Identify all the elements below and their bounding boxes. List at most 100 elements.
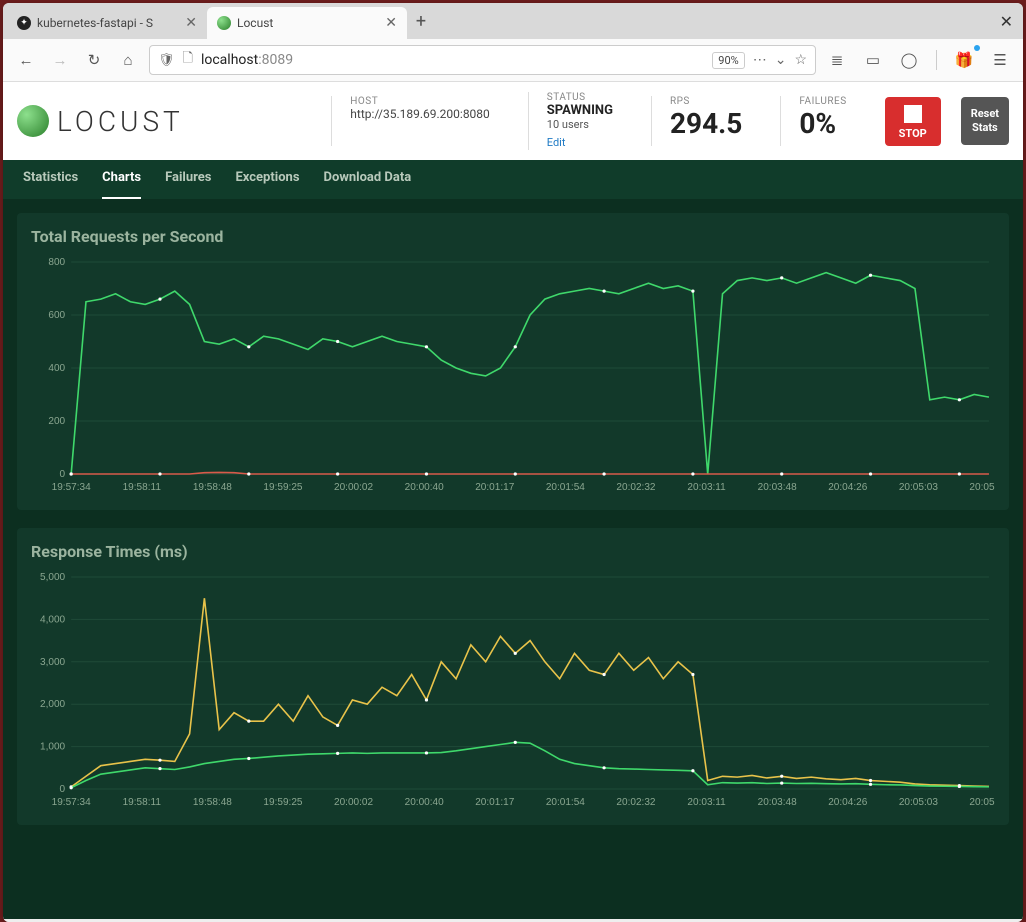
svg-text:20:03:11: 20:03:11 (687, 482, 726, 493)
locust-header: LOCUST HOST http://35.189.69.200:8080 ST… (3, 82, 1023, 160)
svg-text:800: 800 (48, 257, 65, 268)
svg-text:4,000: 4,000 (40, 614, 66, 625)
reader-icon[interactable]: ▭ (860, 47, 886, 73)
svg-text:20:00:02: 20:00:02 (334, 482, 373, 493)
svg-text:5,000: 5,000 (40, 572, 66, 583)
svg-text:0: 0 (60, 784, 66, 795)
rps-value: 294.5 (670, 107, 742, 140)
close-icon[interactable]: ✕ (385, 15, 397, 31)
pocket-icon[interactable]: ⌄ (775, 52, 787, 68)
tab-exceptions[interactable]: Exceptions (235, 160, 299, 199)
tab-charts[interactable]: Charts (102, 160, 141, 199)
stat-failures: FAILURES 0% (780, 96, 864, 146)
favicon-locust-icon (217, 16, 231, 30)
svg-text:19:58:11: 19:58:11 (123, 797, 162, 808)
new-tab-button[interactable]: + (407, 11, 435, 32)
favicon-kubernetes-icon: ✦ (17, 16, 31, 30)
svg-text:20:01:17: 20:01:17 (475, 482, 514, 493)
rps-label: RPS (670, 96, 742, 107)
svg-text:20:04:26: 20:04:26 (828, 797, 867, 808)
svg-text:20:02:32: 20:02:32 (616, 797, 655, 808)
svg-text:19:58:48: 19:58:48 (193, 482, 232, 493)
locust-logo-icon (17, 105, 49, 137)
panel-response-times: Response Times (ms) 01,0002,0003,0004,00… (17, 528, 1009, 825)
brand-text: LOCUST (57, 105, 184, 138)
close-icon[interactable]: ✕ (185, 15, 197, 31)
home-button[interactable]: ⌂ (115, 47, 141, 73)
browser-tab-inactive[interactable]: ✦ kubernetes-fastapi - S ✕ (7, 7, 207, 39)
svg-text:20:05:03: 20:05:03 (899, 797, 938, 808)
svg-text:19:57:34: 19:57:34 (52, 797, 91, 808)
charts-content: Total Requests per Second 02004006008001… (3, 199, 1023, 919)
svg-text:20:05:40: 20:05:40 (969, 482, 995, 493)
svg-text:600: 600 (48, 310, 65, 321)
svg-text:20:01:17: 20:01:17 (475, 797, 514, 808)
locust-app: LOCUST HOST http://35.189.69.200:8080 ST… (3, 82, 1023, 922)
browser-toolbar: ← → ↻ ⌂ 🛡 🗋 localhost:8089 90% ⋯ ⌄ ☆ ≣ ▭… (3, 39, 1023, 82)
svg-text:20:01:54: 20:01:54 (546, 797, 585, 808)
chart-rps: 020040060080019:57:3419:58:1119:58:4819:… (31, 256, 995, 496)
stop-icon (904, 105, 922, 123)
bookmark-star-icon[interactable]: ☆ (794, 52, 807, 68)
svg-text:400: 400 (48, 363, 65, 374)
tab-statistics[interactable]: Statistics (23, 160, 78, 199)
tab-title: kubernetes-fastapi - S (37, 16, 179, 30)
svg-text:19:57:34: 19:57:34 (52, 482, 91, 493)
hamburger-menu-icon[interactable]: ☰ (987, 47, 1013, 73)
tab-download-data[interactable]: Download Data (324, 160, 412, 199)
svg-text:19:59:25: 19:59:25 (263, 797, 302, 808)
svg-text:20:05:40: 20:05:40 (969, 797, 995, 808)
nav-tabs: Statistics Charts Failures Exceptions Do… (3, 160, 1023, 199)
account-icon[interactable]: ◯ (896, 47, 922, 73)
svg-text:20:02:32: 20:02:32 (616, 482, 655, 493)
failures-value: 0% (799, 107, 846, 140)
lock-icon[interactable]: 🗋 (183, 49, 193, 71)
svg-text:19:59:25: 19:59:25 (263, 482, 302, 493)
status-label: STATUS (547, 92, 613, 103)
host-label: HOST (350, 96, 490, 107)
stat-host: HOST http://35.189.69.200:8080 (331, 96, 508, 146)
svg-text:20:00:02: 20:00:02 (334, 797, 373, 808)
library-icon[interactable]: ≣ (824, 47, 850, 73)
window-close-button[interactable]: ✕ (1000, 12, 1013, 31)
separator (936, 50, 937, 70)
stop-button[interactable]: STOP (885, 97, 941, 146)
stop-label: STOP (899, 127, 927, 140)
svg-text:20:04:26: 20:04:26 (828, 482, 867, 493)
shield-icon[interactable]: 🛡 (158, 53, 175, 68)
back-button[interactable]: ← (13, 47, 39, 73)
svg-text:1,000: 1,000 (40, 742, 66, 753)
svg-text:2,000: 2,000 (40, 699, 66, 710)
forward-button: → (47, 47, 73, 73)
svg-text:19:58:11: 19:58:11 (123, 482, 162, 493)
panel-rps: Total Requests per Second 02004006008001… (17, 213, 1009, 510)
svg-text:20:00:40: 20:00:40 (405, 482, 444, 493)
edit-link[interactable]: Edit (547, 136, 566, 149)
gift-icon[interactable]: 🎁 (951, 47, 977, 73)
zoom-badge[interactable]: 90% (712, 52, 744, 69)
page-actions-icon[interactable]: ⋯ (753, 52, 767, 68)
svg-text:20:03:48: 20:03:48 (758, 482, 797, 493)
svg-text:0: 0 (60, 469, 66, 480)
failures-label: FAILURES (799, 96, 846, 107)
svg-text:19:58:48: 19:58:48 (193, 797, 232, 808)
stat-status: STATUS SPAWNING 10 users Edit (528, 92, 631, 150)
svg-text:20:05:03: 20:05:03 (899, 482, 938, 493)
tab-title: Locust (237, 16, 379, 30)
stat-rps: RPS 294.5 (651, 96, 760, 146)
host-value: http://35.189.69.200:8080 (350, 107, 490, 121)
reload-button[interactable]: ↻ (81, 47, 107, 73)
status-value: SPAWNING (547, 103, 613, 118)
svg-text:20:01:54: 20:01:54 (546, 482, 585, 493)
browser-tabbar: ✦ kubernetes-fastapi - S ✕ Locust ✕ + ✕ (3, 3, 1023, 39)
svg-text:20:03:48: 20:03:48 (758, 797, 797, 808)
url-text: localhost:8089 (201, 52, 704, 68)
svg-text:20:03:11: 20:03:11 (687, 797, 726, 808)
browser-tab-active[interactable]: Locust ✕ (207, 7, 407, 39)
tab-failures[interactable]: Failures (165, 160, 211, 199)
url-bar[interactable]: 🛡 🗋 localhost:8089 90% ⋯ ⌄ ☆ (149, 45, 816, 75)
users-value: 10 users (547, 118, 613, 131)
panel-title: Total Requests per Second (31, 227, 995, 246)
reset-stats-button[interactable]: Reset Stats (961, 97, 1009, 146)
locust-logo: LOCUST (17, 105, 184, 138)
